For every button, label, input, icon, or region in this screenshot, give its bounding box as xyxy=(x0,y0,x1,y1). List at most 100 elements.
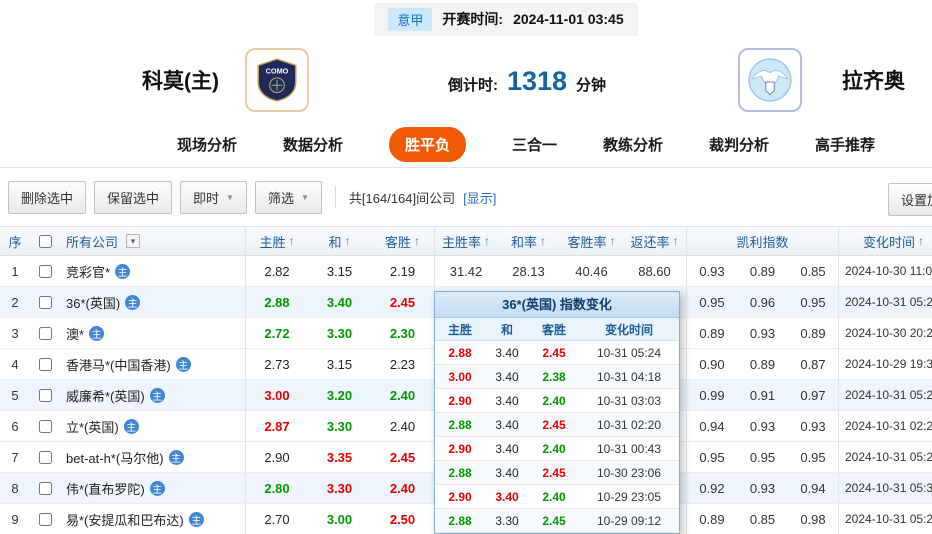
draw-odds: 3.20 xyxy=(326,387,353,403)
return-rate: 88.60 xyxy=(638,263,671,279)
row-number: 2 xyxy=(11,294,19,310)
main-company-badge-icon: 主 xyxy=(123,418,139,434)
header-return-rate[interactable]: 返还率 ↑ xyxy=(623,227,686,255)
popup-change-time: 10-31 04:18 xyxy=(596,369,662,384)
draw-odds: 3.00 xyxy=(326,511,353,527)
kelly-home: 0.93 xyxy=(686,256,737,286)
kickoff-time: 2024-11-01 03:45 xyxy=(513,11,624,27)
instant-dropdown-label: 即时 xyxy=(193,190,220,206)
league-badge[interactable]: 意甲 xyxy=(388,7,433,31)
toolbar-divider xyxy=(334,186,336,208)
company-cell[interactable]: 澳* 主 xyxy=(60,318,245,348)
row-checkbox[interactable] xyxy=(38,264,52,278)
popup-row: 2.88 3.40 2.45 10-31 02:20 xyxy=(435,413,679,437)
lazio-team-logo xyxy=(738,48,802,112)
header-away-rate[interactable]: 客胜率 ↑ xyxy=(560,227,623,255)
tab-expert-recommend[interactable]: 高手推荐 xyxy=(815,134,875,155)
popup-home-odds: 2.88 xyxy=(448,465,472,480)
sort-up-icon[interactable]: ↑ xyxy=(610,234,616,248)
tab-coach-analysis[interactable]: 教练分析 xyxy=(603,134,663,155)
company-cell[interactable]: 伟*(直布罗陀) 主 xyxy=(60,473,245,503)
row-number: 4 xyxy=(11,356,19,372)
company-cell[interactable]: 竞彩官* 主 xyxy=(60,256,245,286)
popup-draw-odds: 3.40 xyxy=(495,465,519,480)
select-all-checkbox[interactable] xyxy=(38,234,52,248)
countdown-value: 1318 xyxy=(506,66,568,96)
row-checkbox[interactable] xyxy=(38,295,52,309)
away-odds: 2.40 xyxy=(389,418,416,434)
company-cell[interactable]: 立*(英国) 主 xyxy=(60,411,245,441)
popup-change-time: 10-31 03:03 xyxy=(596,393,662,408)
header-home-odds[interactable]: 主胜 ↑ xyxy=(245,227,308,255)
sort-up-icon[interactable]: ↑ xyxy=(414,234,420,248)
chevron-down-icon: ▼ xyxy=(300,192,309,202)
sort-up-icon[interactable]: ↑ xyxy=(484,234,490,248)
kelly-home: 0.89 xyxy=(686,318,737,348)
tab-referee-analysis[interactable]: 裁判分析 xyxy=(709,134,769,155)
company-cell[interactable]: 香港马*(中国香港) 主 xyxy=(60,349,245,379)
company-filter-dropdown[interactable]: ▾ xyxy=(126,234,141,248)
main-company-badge-icon: 主 xyxy=(115,263,131,279)
match-info-box: 意甲 开赛时间: 2024-11-01 03:45 xyxy=(374,2,638,36)
keep-selected-button[interactable]: 保留选中 xyxy=(94,180,173,214)
home-odds: 2.82 xyxy=(245,256,308,286)
popup-title[interactable]: 36*(英国) 指数变化 xyxy=(435,292,679,318)
row-number: 3 xyxy=(11,325,19,341)
popup-draw-odds: 3.40 xyxy=(495,417,519,432)
delete-selected-button[interactable]: 删除选中 xyxy=(8,180,87,214)
tab-three-in-one[interactable]: 三合一 xyxy=(512,134,557,155)
popup-home-odds: 2.88 xyxy=(448,513,472,528)
company-cell[interactable]: 威廉希*(英国) 主 xyxy=(60,380,245,410)
sort-up-icon[interactable]: ↑ xyxy=(289,234,295,248)
instant-dropdown[interactable]: 即时 ▼ xyxy=(180,180,247,214)
row-checkbox[interactable] xyxy=(38,512,52,526)
row-number: 6 xyxy=(11,418,19,434)
row-checkbox-cell xyxy=(30,287,60,317)
settings-button[interactable]: 设置加亮 xyxy=(888,183,932,216)
odds-comparison-page: 意甲 开赛时间: 2024-11-01 03:45 科莫(主) COMO 倒计时… xyxy=(0,0,932,534)
tab-win-draw-lose[interactable]: 胜平负 xyxy=(388,127,466,162)
change-time: 2024-10-31 05:25 xyxy=(838,287,932,317)
popup-header: 主胜 和 客胜 变化时间 xyxy=(435,318,679,341)
filter-dropdown[interactable]: 筛选 ▼ xyxy=(254,180,322,214)
company-name: 易*(安提瓜和巴布达) xyxy=(66,512,184,528)
away-odds: 2.45 xyxy=(389,449,416,465)
popup-change-time: 10-31 00:43 xyxy=(596,441,662,456)
header-away-odds[interactable]: 客胜 ↑ xyxy=(371,227,434,255)
row-checkbox[interactable] xyxy=(38,357,52,371)
change-time: 2024-10-30 11:02 xyxy=(838,256,932,286)
show-link[interactable]: [显示] xyxy=(463,188,496,207)
filter-dropdown-label: 筛选 xyxy=(267,190,294,206)
home-odds: 3.00 xyxy=(245,380,308,410)
change-time: 2024-10-29 19:32 xyxy=(838,349,932,379)
tab-live-analysis[interactable]: 现场分析 xyxy=(177,134,237,155)
row-checkbox-cell xyxy=(30,380,60,410)
header-home-rate[interactable]: 主胜率 ↑ xyxy=(434,227,497,255)
sort-up-icon[interactable]: ↑ xyxy=(345,234,351,248)
header-company[interactable]: 所有公司 ▾ xyxy=(60,227,245,255)
popup-draw-odds: 3.40 xyxy=(495,369,519,384)
table-row[interactable]: 1 竞彩官* 主 2.82 3.15 2.19 31.42 28.13 40.4… xyxy=(0,256,932,287)
company-cell[interactable]: 36*(英国) 主 xyxy=(60,287,245,317)
away-odds: 2.23 xyxy=(389,356,416,372)
row-checkbox[interactable] xyxy=(38,481,52,495)
popup-draw-odds: 3.40 xyxy=(495,441,519,456)
header-select-all xyxy=(30,227,60,255)
row-checkbox-cell xyxy=(30,318,60,348)
company-cell[interactable]: 易*(安提瓜和巴布达) 主 xyxy=(60,504,245,534)
header-draw-odds[interactable]: 和 ↑ xyxy=(308,227,371,255)
home-odds: 2.87 xyxy=(245,411,308,441)
tab-data-analysis[interactable]: 数据分析 xyxy=(283,134,343,155)
sort-up-icon[interactable]: ↑ xyxy=(540,234,546,248)
sort-up-icon[interactable]: ↑ xyxy=(673,234,679,248)
sort-up-icon[interactable]: ↑ xyxy=(918,234,924,248)
row-checkbox[interactable] xyxy=(38,388,52,402)
header-change-time[interactable]: 变化时间 ↑ xyxy=(838,227,932,255)
home-odds: 2.80 xyxy=(245,473,308,503)
header-draw-rate[interactable]: 和率 ↑ xyxy=(497,227,560,255)
row-checkbox[interactable] xyxy=(38,450,52,464)
row-checkbox[interactable] xyxy=(38,419,52,433)
company-cell[interactable]: bet-at-h*(马尔他) 主 xyxy=(60,442,245,472)
main-company-badge-icon: 主 xyxy=(149,387,165,403)
row-checkbox[interactable] xyxy=(38,326,52,340)
